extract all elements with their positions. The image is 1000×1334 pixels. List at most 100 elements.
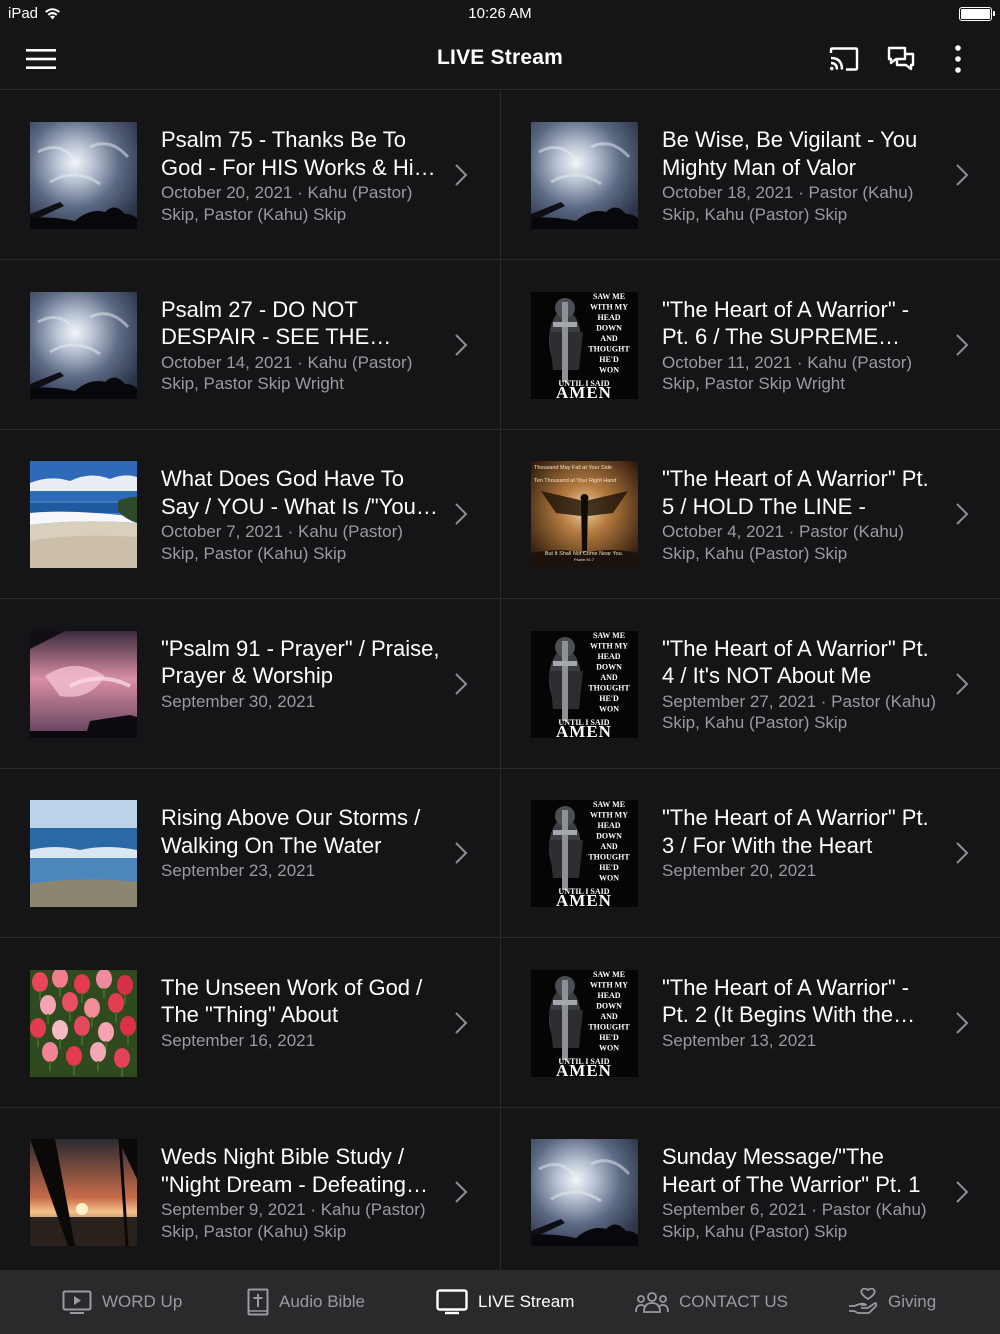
- stream-item[interactable]: SAW ME WITH MY HEAD DOWN AND THOUGHT HE'D WON U…: [501, 769, 1000, 938]
- tab-giving[interactable]: Giving: [848, 1270, 936, 1334]
- tv-icon: [436, 1289, 468, 1315]
- thumbnail-image: [30, 1139, 137, 1246]
- chevron-right-icon: [455, 164, 468, 186]
- svg-text:HEAD: HEAD: [597, 821, 620, 830]
- svg-text:WON: WON: [599, 874, 619, 883]
- stream-item[interactable]: SAW ME WITH MY HEAD DOWN AND THOUGHT HE'D WON U…: [501, 261, 1000, 430]
- stream-item[interactable]: Rising Above Our Storms / Walking On The…: [0, 769, 500, 938]
- cast-icon: [829, 47, 859, 71]
- tab-live-stream[interactable]: LIVE Stream: [436, 1270, 574, 1334]
- stream-item[interactable]: "Psalm 91 - Prayer" / Praise, Prayer & W…: [0, 600, 500, 769]
- tab-contact-us[interactable]: CONTACT US: [635, 1270, 788, 1334]
- stream-item[interactable]: Thousand May Fall at Your Side Ten Thous…: [501, 430, 1000, 599]
- svg-text:SAW ME: SAW ME: [593, 800, 625, 809]
- stream-subtitle: October 18, 2021 · Pastor (Kahu) Skip, K…: [662, 183, 914, 224]
- svg-text:AMEN: AMEN: [556, 383, 612, 399]
- thumbnail-image: [30, 969, 137, 1077]
- chevron-right-icon: [956, 1011, 969, 1034]
- chat-button[interactable]: [884, 42, 918, 76]
- thumbnail-image: [531, 122, 638, 229]
- chevron-right-icon: [455, 333, 468, 356]
- stream-subtitle: September 9, 2021 · Kahu (Pastor) Skip, …: [161, 1200, 426, 1241]
- status-time: 10:26 AM: [468, 5, 532, 22]
- thumbnail-image: [30, 291, 137, 399]
- stream-title: Psalm 27 - DO NOT DESPAIR - SEE THE GOOD…: [161, 296, 370, 350]
- chevron-right-icon: [455, 672, 468, 695]
- svg-text:HE'D: HE'D: [599, 1033, 619, 1042]
- nav-bar: LIVE Stream: [0, 28, 1000, 90]
- stream-title: Sunday Message/"The Heart of The Warrior…: [662, 1144, 921, 1197]
- stream-subtitle: October 20, 2021 · Kahu (Pastor) Skip, P…: [161, 183, 413, 224]
- stream-item[interactable]: Be Wise, Be Vigilant - You Mighty Man of…: [501, 91, 1000, 260]
- tab-label: LIVE Stream: [478, 1292, 575, 1311]
- svg-text:DOWN: DOWN: [596, 323, 622, 332]
- stream-thumbnail: [30, 630, 137, 738]
- svg-text:AMEN: AMEN: [556, 891, 612, 907]
- stream-title: "Psalm 91 - Prayer" / Praise, Prayer & W…: [161, 635, 440, 689]
- stream-grid: Psalm 75 - Thanks Be To God - For HIS Wo…: [0, 91, 1000, 1277]
- svg-text:HE'D: HE'D: [599, 355, 619, 364]
- stream-thumbnail: [30, 969, 137, 1077]
- video-icon: [62, 1290, 92, 1314]
- svg-text:DOWN: DOWN: [596, 1001, 622, 1010]
- stream-subtitle: October 4, 2021 · Pastor (Kahu) Skip, Ka…: [662, 522, 904, 563]
- thumbnail-image: [30, 122, 137, 229]
- chevron-right-icon: [455, 503, 468, 525]
- stream-item[interactable]: SAW ME WITH MY HEAD DOWN AND THOUGHT HE'D WON U…: [501, 939, 1000, 1108]
- svg-text:THOUGHT: THOUGHT: [588, 344, 630, 353]
- tab-label: Audio Bible: [279, 1292, 366, 1311]
- more-vertical-icon: [955, 45, 961, 73]
- cast-button[interactable]: [827, 42, 861, 76]
- chevron-right-icon: [455, 842, 468, 864]
- stream-item[interactable]: Psalm 75 - Thanks Be To God - For HIS Wo…: [0, 91, 500, 260]
- svg-text:HEAD: HEAD: [597, 652, 620, 661]
- stream-title: Weds Night Bible Study / "Night Dream - …: [161, 1144, 407, 1197]
- stream-item[interactable]: Psalm 27 - DO NOT DESPAIR - SEE THE GOOD…: [0, 261, 500, 430]
- tab-word-up[interactable]: WORD Up: [62, 1270, 182, 1334]
- status-bar: iPad 10:26 AM: [0, 0, 1000, 28]
- svg-text:THOUGHT: THOUGHT: [588, 683, 630, 692]
- chevron-right-icon: [956, 1181, 969, 1203]
- svg-text:HEAD: HEAD: [597, 991, 620, 1000]
- stream-thumbnail: [30, 1139, 137, 1246]
- svg-text:WITH MY: WITH MY: [590, 641, 628, 650]
- svg-text:SAW ME: SAW ME: [593, 292, 625, 301]
- stream-thumbnail: [30, 122, 137, 229]
- chevron-right-icon: [455, 1181, 468, 1203]
- stream-subtitle: September 13, 2021: [662, 1030, 817, 1050]
- stream-item[interactable]: SAW ME WITH MY HEAD DOWN AND THOUGHT HE'D WON U…: [501, 600, 1000, 769]
- stream-thumbnail: SAW ME WITH MY HEAD DOWN AND THOUGHT HE'D WON U…: [531, 800, 638, 907]
- thumbnail-image: Thousand May Fall at Your Side Ten Thous…: [531, 461, 638, 568]
- svg-text:THOUGHT: THOUGHT: [588, 853, 630, 862]
- svg-text:DOWN: DOWN: [596, 662, 622, 671]
- svg-text:AND: AND: [600, 1012, 618, 1021]
- stream-item[interactable]: Weds Night Bible Study / "Night Dream - …: [0, 1108, 500, 1277]
- chevron-right-icon: [956, 842, 969, 864]
- chevron-right-icon: [956, 333, 969, 356]
- stream-item[interactable]: What Does God Have To Say / YOU - What I…: [0, 430, 500, 599]
- tab-audio-bible[interactable]: Audio Bible: [247, 1270, 365, 1334]
- stream-thumbnail: SAW ME WITH MY HEAD DOWN AND THOUGHT HE'D WON U…: [531, 291, 638, 399]
- stream-title: What Does God Have To Say / YOU - What I…: [161, 466, 424, 519]
- stream-thumbnail: SAW ME WITH MY HEAD DOWN AND THOUGHT HE'D WON U…: [531, 630, 638, 738]
- group-icon: [635, 1291, 669, 1313]
- thumbnail-image: SAW MEWITH MYHEADDOWNANDTHOUGHTHE'DWON U…: [531, 800, 638, 907]
- svg-text:AND: AND: [600, 842, 618, 851]
- more-options-button[interactable]: [941, 42, 975, 76]
- stream-thumbnail: [30, 461, 137, 568]
- chevron-right-icon: [455, 1011, 468, 1034]
- tab-bar: WORD Up Audio Bible LIVE Stream CONTACT …: [0, 1270, 1000, 1334]
- svg-text:HE'D: HE'D: [599, 863, 619, 872]
- stream-thumbnail: [531, 1139, 638, 1246]
- stream-title: "The Heart of A Warrior" Pt. 3 / For Wit…: [662, 805, 929, 858]
- svg-text:WITH MY: WITH MY: [590, 980, 628, 989]
- thumbnail-image: [531, 1139, 638, 1246]
- stream-item[interactable]: The Unseen Work of God / The "Thing" Abo…: [0, 939, 500, 1108]
- stream-subtitle: September 20, 2021: [662, 861, 817, 880]
- stream-item[interactable]: Sunday Message/"The Heart of The Warrior…: [501, 1108, 1000, 1277]
- stream-title: Rising Above Our Storms / Walking On The…: [161, 805, 421, 858]
- svg-text:AND: AND: [600, 334, 618, 343]
- tab-label: CONTACT US: [679, 1292, 788, 1311]
- svg-text:AMEN: AMEN: [556, 722, 612, 738]
- thumbnail-image: SAW MEWITH MYHEADDOWNANDTHOUGHTHE'DWON U…: [531, 291, 638, 399]
